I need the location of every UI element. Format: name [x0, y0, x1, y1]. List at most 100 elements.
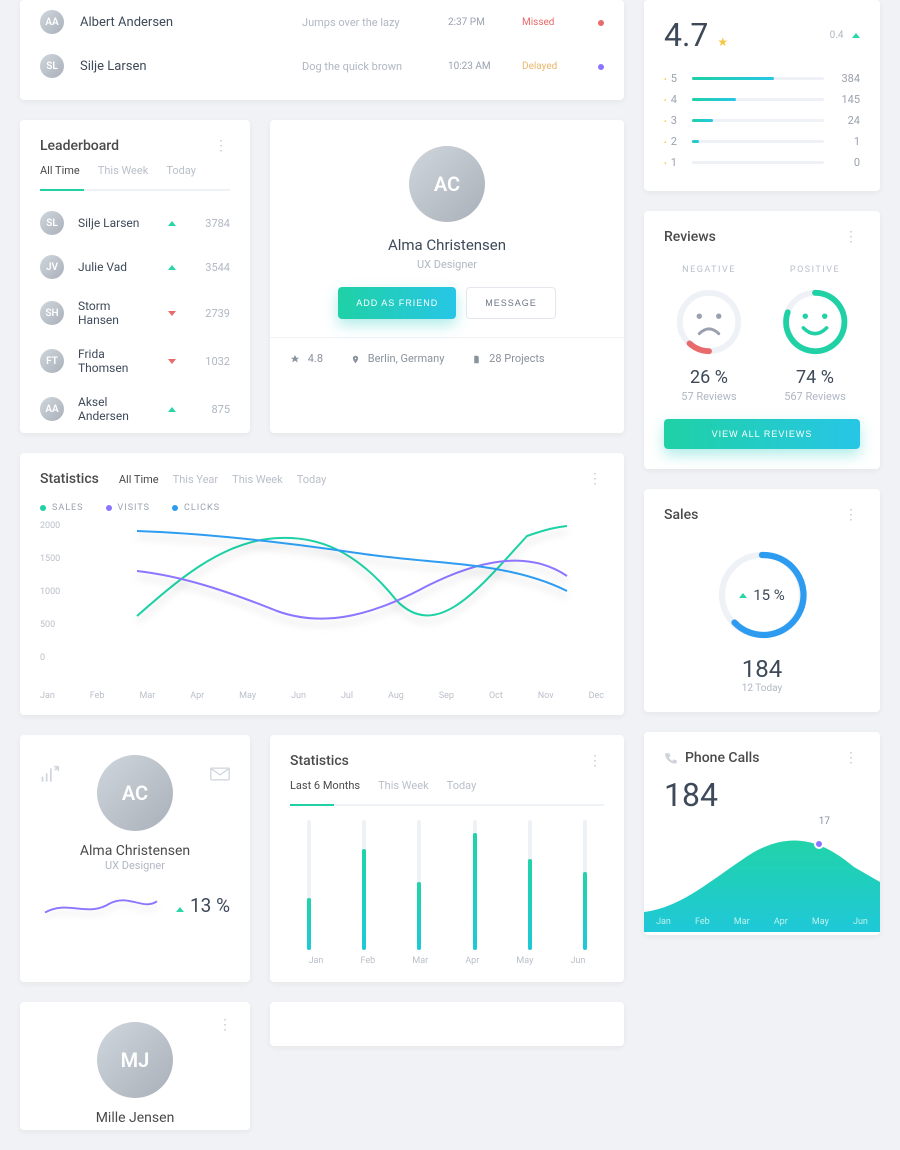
avatar: JV	[40, 255, 64, 279]
rating-star-label: 4	[664, 93, 682, 106]
positive-sub: 567 Reviews	[770, 390, 860, 403]
statistics-mini-chart	[270, 816, 624, 956]
phone-point-label: 17	[819, 816, 830, 827]
activity-name: Silje Larsen	[80, 59, 286, 74]
tab-this-year[interactable]: This Year	[173, 473, 219, 486]
leaderboard-row[interactable]: AA Aksel Andersen 875	[20, 385, 250, 433]
more-icon[interactable]: ⋮	[214, 139, 230, 153]
sales-pct: 15 %	[753, 586, 785, 604]
trend-up-icon	[168, 407, 176, 412]
tab-this-week[interactable]: This Week	[98, 164, 149, 177]
rating-row: 2 1	[664, 131, 860, 152]
activity-status: Delayed	[522, 61, 576, 72]
phone-title: Phone Calls	[685, 750, 759, 766]
phone-total: 184	[644, 776, 880, 822]
activity-note: Dog the quick brown	[302, 60, 432, 73]
avatar: SL	[40, 211, 64, 235]
more-icon[interactable]: ⋮	[844, 230, 860, 244]
mini-profile-card: AC Alma Christensen UX Designer 13 %	[20, 735, 250, 982]
activity-note: Jumps over the lazy	[302, 16, 432, 29]
profile-projects: 28 Projects	[472, 352, 544, 365]
rating-star-label: 3	[664, 114, 682, 127]
rating-row: 3 24	[664, 110, 860, 131]
activity-row[interactable]: AA Albert Andersen Jumps over the lazy 2…	[20, 0, 624, 44]
add-friend-button[interactable]: ADD AS FRIEND	[338, 287, 456, 319]
positive-label: POSITIVE	[770, 265, 860, 275]
leaderboard-name: Frida Thomsen	[78, 347, 154, 375]
statistics-chart: 2000150010005000	[20, 521, 624, 691]
phone-calls-card: Phone Calls ⋮ 184 17 JanFebMarAprMayJun	[644, 732, 880, 935]
more-icon[interactable]: ⋮	[844, 751, 860, 765]
status-dot	[598, 64, 604, 70]
leaderboard-name: Aksel Andersen	[78, 395, 154, 423]
avatar: FT	[40, 349, 64, 373]
leaderboard-score: 3784	[196, 217, 230, 230]
sales-total: 184	[644, 655, 880, 683]
mail-icon[interactable]	[210, 765, 230, 786]
leaderboard-title: Leaderboard	[40, 138, 119, 154]
leaderboard-row[interactable]: SH Storm Hansen 2739	[20, 289, 250, 337]
leaderboard-score: 875	[196, 403, 230, 416]
more-icon[interactable]: ⋮	[844, 508, 860, 522]
rating-count: 1	[834, 135, 860, 148]
leaderboard-row[interactable]: FT Frida Thomsen 1032	[20, 337, 250, 385]
avatar: AA	[40, 10, 64, 34]
leaderboard-score: 1032	[196, 355, 230, 368]
statistics-mini-card: Statistics ⋮ Last 6 Months This Week Tod…	[270, 735, 624, 982]
tab-today[interactable]: Today	[166, 164, 196, 177]
avatar: AC	[409, 146, 485, 222]
view-all-reviews-button[interactable]: VIEW ALL REVIEWS	[664, 419, 860, 449]
status-dot	[598, 20, 604, 26]
leaderboard-tabs: All Time This Week Today	[20, 164, 250, 189]
sales-card: Sales ⋮ 15 % 184 12 Today	[644, 489, 880, 712]
tab-all-time[interactable]: All Time	[119, 473, 159, 486]
profile-role: UX Designer	[290, 258, 604, 271]
person-name: Mille Jensen	[40, 1110, 230, 1126]
leaderboard-score: 3544	[196, 261, 230, 274]
legend-clicks: CLICKS	[184, 503, 220, 513]
rating-delta: 0.4	[830, 30, 844, 41]
rating-row: 1 0	[664, 152, 860, 173]
profile-card: AC Alma Christensen UX Designer ADD AS F…	[270, 120, 624, 433]
tab-today[interactable]: Today	[447, 779, 477, 792]
leaderboard-name: Storm Hansen	[78, 299, 154, 327]
chart-up-icon	[40, 765, 60, 790]
statistics-card: Statistics All Time This Year This Week …	[20, 453, 624, 715]
leaderboard-row[interactable]: SL Silje Larsen 3784	[20, 201, 250, 245]
tab-all-time[interactable]: All Time	[40, 164, 80, 177]
leaderboard-name: Julie Vad	[78, 260, 154, 274]
sales-donut: 15 %	[712, 545, 812, 645]
star-icon	[290, 354, 300, 364]
trend-up-icon	[168, 265, 176, 270]
leaderboard-row[interactable]: JV Julie Vad 3544	[20, 245, 250, 289]
rating-row: 5 384	[664, 68, 860, 89]
tab-last-6-months[interactable]: Last 6 Months	[290, 779, 360, 792]
avatar: AA	[40, 397, 64, 421]
more-icon[interactable]: ⋮	[588, 472, 604, 486]
profile-location: Berlin, Germany	[351, 352, 444, 365]
statistics-mini-title: Statistics	[290, 753, 349, 769]
activity-time: 10:23 AM	[448, 61, 506, 72]
more-icon[interactable]: ⋮	[588, 754, 604, 768]
mini-profile-name: Alma Christensen	[40, 843, 230, 859]
profile-name: Alma Christensen	[290, 236, 604, 254]
rating-count: 145	[834, 93, 860, 106]
activity-row[interactable]: SL Silje Larsen Dog the quick brown 10:2…	[20, 44, 624, 88]
star-icon: ★	[717, 35, 728, 49]
more-icon[interactable]: ⋮	[218, 1018, 234, 1032]
trend-down-icon	[168, 359, 176, 364]
phone-area-chart	[644, 822, 880, 932]
mini-profile-pct: 13 %	[190, 894, 230, 917]
phone-icon	[664, 752, 677, 765]
negative-label: NEGATIVE	[664, 265, 754, 275]
profile-rating: 4.8	[290, 352, 323, 365]
message-button[interactable]: MESSAGE	[466, 287, 556, 319]
tab-this-week[interactable]: This Week	[232, 473, 283, 486]
positive-pct: 74 %	[770, 367, 860, 388]
activity-time: 2:37 PM	[448, 17, 506, 28]
rating-card: 4.7 ★ 0.4 5 384 4 145 3 24 2 1	[644, 0, 880, 191]
tab-this-week[interactable]: This Week	[378, 779, 429, 792]
tab-today[interactable]: Today	[297, 473, 327, 486]
trend-down-icon	[168, 311, 176, 316]
pin-icon	[351, 354, 360, 365]
